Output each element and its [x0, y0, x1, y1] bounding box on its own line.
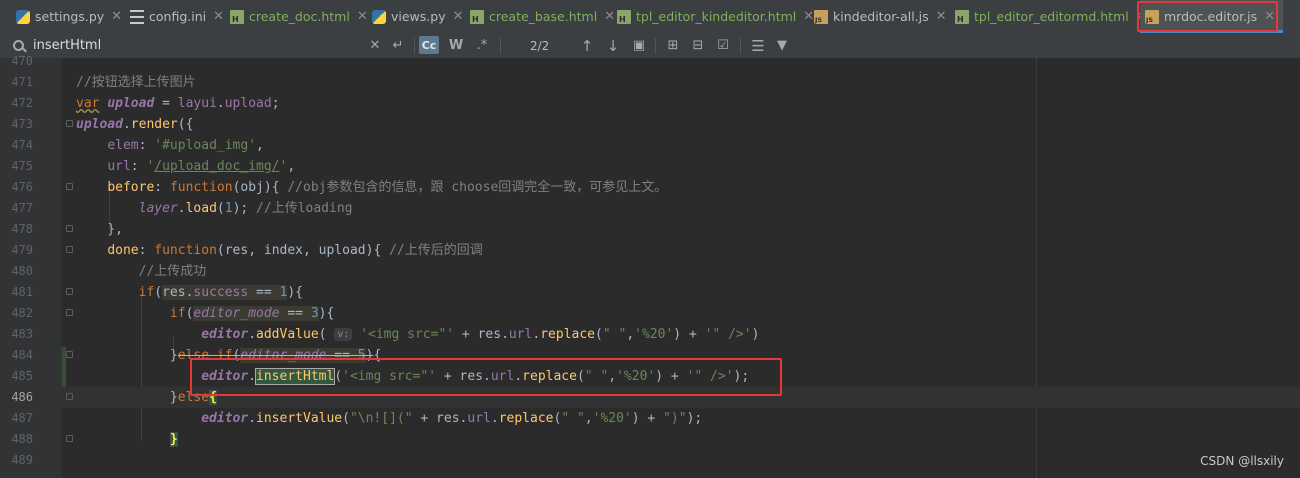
code-text: var upload = layui.upload;: [76, 96, 280, 111]
tab-create-base-html[interactable]: create_base.html ✕: [470, 0, 615, 33]
tab-label: views.py: [391, 9, 446, 24]
tab-label: kindeditor-all.js: [833, 9, 929, 24]
fold-marker-icon[interactable]: [66, 183, 73, 190]
code-line: 476 before: function(obj){ //obj参数包含的信息，…: [0, 177, 1300, 198]
line-number: 486: [11, 390, 33, 404]
line-number: 485: [11, 369, 33, 383]
line-number: 488: [11, 432, 33, 446]
tab-label: settings.py: [35, 9, 105, 24]
editor-tab-bar: settings.py ✕ config.ini ✕ create_doc.ht…: [0, 0, 1300, 34]
insert-html-highlight-box: [190, 358, 782, 396]
code-line: 475 url: '/upload_doc_img/',: [0, 156, 1300, 177]
code-line: 477 layer.load(1); //上传loading: [0, 198, 1300, 219]
line-number: 470: [11, 54, 33, 68]
close-icon[interactable]: ✕: [604, 9, 615, 24]
code-text: editor.addValue( v: '<img src="' + res.u…: [201, 327, 760, 342]
code-text: layer.load(1); //上传loading: [138, 201, 353, 216]
close-icon[interactable]: ✕: [357, 9, 368, 24]
code-text: //按钮选择上传图片: [76, 75, 196, 90]
code-line: 479 done: function(res, index, upload){ …: [0, 240, 1300, 261]
code-line: 472 var upload = layui.upload;: [0, 93, 1300, 114]
fold-marker-icon[interactable]: [66, 120, 73, 127]
tab-label: tpl_editor_kindeditor.html: [636, 9, 797, 24]
active-tab-highlight-box: [1137, 1, 1278, 32]
code-text: editor.insertValue("\n![](" + res.url.re…: [201, 411, 703, 426]
line-number: 473: [11, 117, 33, 131]
html-file-icon: [617, 9, 631, 24]
code-line: 488 }: [0, 429, 1300, 450]
line-number: 481: [11, 285, 33, 299]
line-number: 471: [11, 75, 33, 89]
code-text: //上传成功: [138, 264, 207, 279]
line-number: 479: [11, 243, 33, 257]
tab-tpl-editor-kindeditor-html[interactable]: tpl_editor_kindeditor.html ✕: [617, 0, 814, 33]
code-text: if(res.success == 1){: [138, 285, 304, 300]
parameter-hint: v:: [334, 328, 353, 341]
tab-tpl-editor-editormd-html[interactable]: tpl_editor_editormd.html ✕: [955, 0, 1147, 33]
js-file-icon: [814, 9, 828, 24]
close-icon[interactable]: ✕: [111, 9, 122, 24]
tab-views-py[interactable]: views.py ✕: [372, 0, 464, 33]
code-line: 483 editor.addValue( v: '<img src="' + r…: [0, 324, 1300, 345]
close-icon[interactable]: ✕: [453, 9, 464, 24]
tab-create-doc-html[interactable]: create_doc.html ✕: [230, 0, 368, 33]
code-line: 487 editor.insertValue("\n![](" + res.ur…: [0, 408, 1300, 429]
tab-label: config.ini: [149, 9, 207, 24]
line-number: 478: [11, 222, 33, 236]
code-text: before: function(obj){ //obj参数包含的信息，跟 ch…: [107, 180, 668, 195]
fold-marker-icon[interactable]: [66, 351, 73, 358]
code-line: 474 elem: '#upload_img',: [0, 135, 1300, 156]
code-editor[interactable]: 470 471 //按钮选择上传图片 472 var upload = layu…: [0, 54, 1300, 478]
line-number: 477: [11, 201, 33, 215]
python-file-icon: [16, 9, 30, 24]
line-number: 484: [11, 348, 33, 362]
close-icon[interactable]: ✕: [803, 9, 814, 24]
code-text: upload.render({: [76, 117, 194, 132]
code-line: 470: [0, 51, 1300, 72]
line-number: 480: [11, 264, 33, 278]
line-number: 482: [11, 306, 33, 320]
code-line: 480 //上传成功: [0, 261, 1300, 282]
html-file-icon: [470, 9, 484, 24]
code-text: },: [76, 222, 123, 237]
line-number: 472: [11, 96, 33, 110]
code-text: done: function(res, index, upload){ //上传…: [107, 243, 483, 258]
tab-label: tpl_editor_editormd.html: [974, 9, 1129, 24]
watermark: CSDN @llsxily: [1200, 454, 1284, 468]
tab-config-ini[interactable]: config.ini ✕: [130, 0, 224, 33]
line-number: 489: [11, 453, 33, 467]
tab-settings-py[interactable]: settings.py ✕: [16, 0, 122, 33]
fold-marker-icon[interactable]: [66, 225, 73, 232]
code-line: 481 if(res.success == 1){: [0, 282, 1300, 303]
html-file-icon: [230, 9, 244, 24]
fold-marker-icon[interactable]: [66, 288, 73, 295]
html-file-icon: [955, 9, 969, 24]
code-line: 478 },: [0, 219, 1300, 240]
line-number: 487: [11, 411, 33, 425]
code-line: 471 //按钮选择上传图片: [0, 72, 1300, 93]
tab-label: create_doc.html: [249, 9, 350, 24]
close-icon[interactable]: ✕: [936, 9, 947, 24]
code-line: 482 if(editor_mode == 3){: [0, 303, 1300, 324]
line-number: 475: [11, 159, 33, 173]
python-file-icon: [372, 9, 386, 24]
code-text: elem: '#upload_img',: [107, 138, 264, 153]
code-line: 473 upload.render({: [0, 114, 1300, 135]
code-text: url: '/upload_doc_img/',: [107, 159, 296, 174]
fold-marker-icon[interactable]: [66, 435, 73, 442]
line-number: 483: [11, 327, 33, 341]
close-icon[interactable]: ✕: [213, 9, 224, 24]
tab-kindeditor-all-js[interactable]: kindeditor-all.js ✕: [814, 0, 947, 33]
line-number: 476: [11, 180, 33, 194]
fold-marker-icon[interactable]: [66, 393, 73, 400]
line-number: 474: [11, 138, 33, 152]
tab-label: create_base.html: [489, 9, 598, 24]
ini-file-icon: [130, 9, 144, 24]
fold-marker-icon[interactable]: [66, 246, 73, 253]
code-line: 489: [0, 450, 1300, 471]
code-text: }: [169, 432, 178, 447]
code-text: if(editor_mode == 3){: [169, 306, 335, 321]
fold-marker-icon[interactable]: [66, 309, 73, 316]
